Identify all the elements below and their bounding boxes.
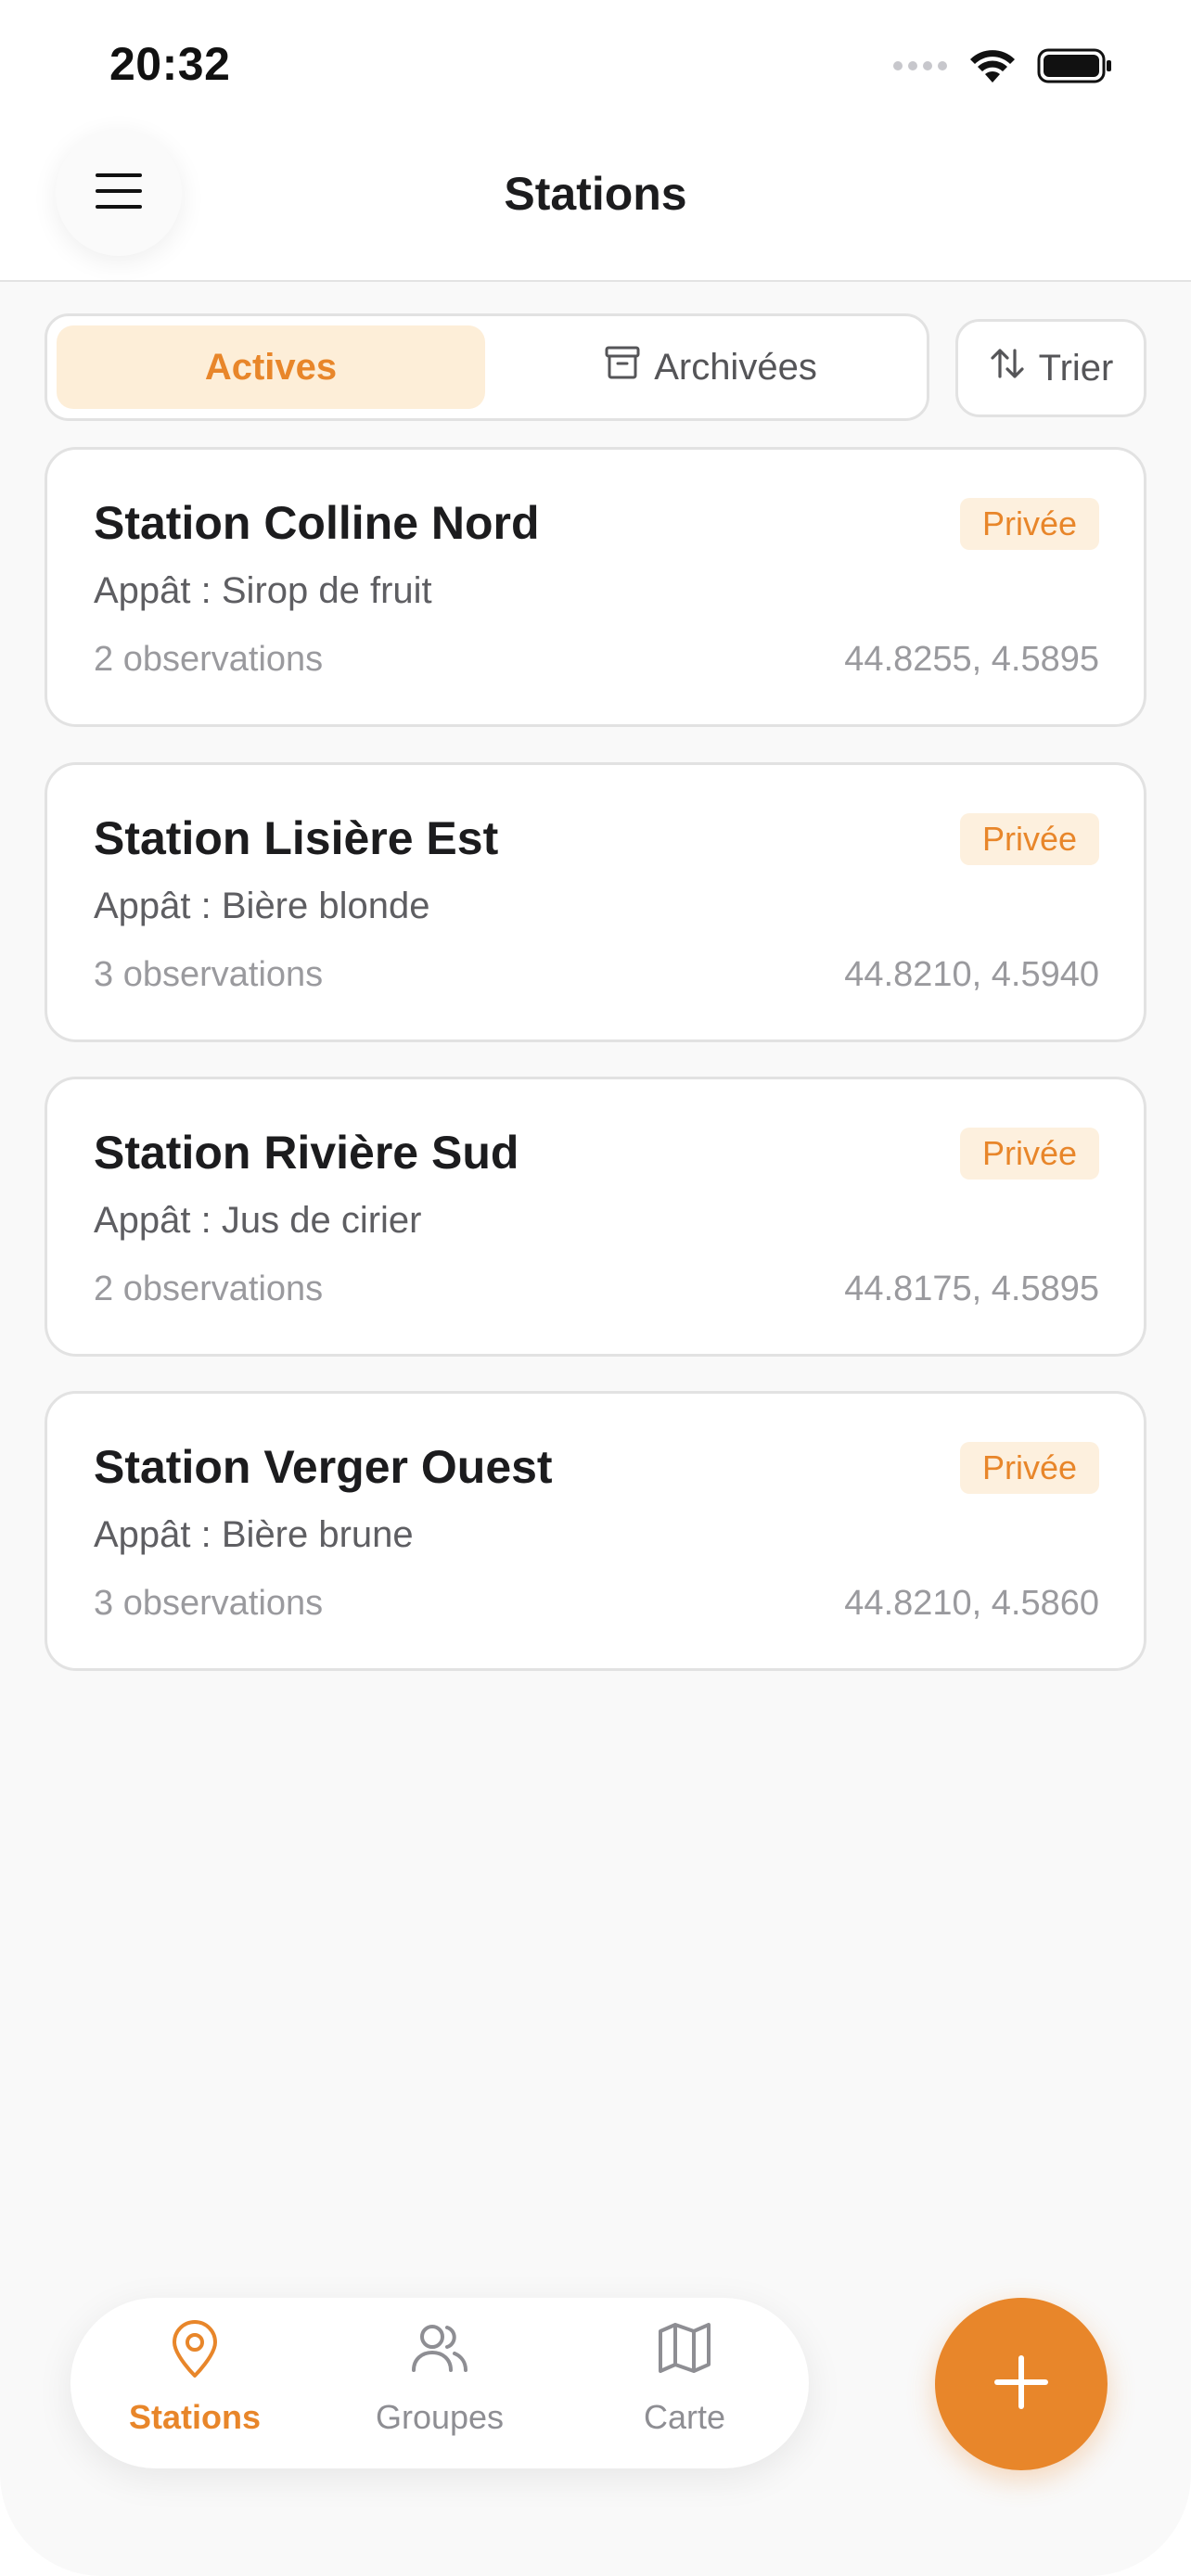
status-icons <box>892 46 1113 89</box>
filter-segmented-control: Actives Archivées <box>45 313 929 421</box>
battery-icon <box>1037 47 1113 89</box>
tab-carte-label: Carte <box>643 2398 726 2436</box>
station-coordinates: 44.8255, 4.5895 <box>844 640 1099 679</box>
plus-icon <box>992 2353 1051 2417</box>
station-coordinates: 44.8210, 4.5940 <box>844 955 1099 994</box>
map-pin-icon <box>169 2320 221 2384</box>
header: Stations <box>0 130 1191 282</box>
tab-archived[interactable]: Archivées <box>496 325 925 409</box>
station-bait: Appât : Bière brune <box>94 1514 414 1555</box>
station-card[interactable]: Station Rivière Sud Privée Appât : Jus d… <box>45 1077 1146 1357</box>
station-name: Station Colline Nord <box>94 497 540 549</box>
station-bait: Appât : Sirop de fruit <box>94 570 432 611</box>
station-name: Station Rivière Sud <box>94 1127 519 1179</box>
users-icon <box>410 2320 469 2380</box>
tab-groupes-label: Groupes <box>375 2398 505 2436</box>
tab-archived-label: Archivées <box>654 346 817 388</box>
status-time: 20:32 <box>109 38 231 90</box>
sort-button[interactable]: Trier <box>955 319 1146 417</box>
add-station-button[interactable] <box>935 2298 1108 2470</box>
station-observations: 2 observations <box>94 640 324 679</box>
tab-actives-label: Actives <box>204 346 338 388</box>
visibility-badge: Privée <box>959 1442 1099 1494</box>
archive-box-icon <box>604 345 641 389</box>
page-title: Stations <box>504 168 687 220</box>
station-name: Station Lisière Est <box>94 812 499 864</box>
tab-groupes[interactable]: Groupes <box>338 2298 542 2468</box>
visibility-badge: Privée <box>959 1128 1099 1180</box>
station-observations: 3 observations <box>94 955 324 994</box>
wifi-icon <box>968 47 1017 89</box>
bottom-tab-bar: Stations Groupes Carte <box>70 2298 809 2468</box>
tab-stations[interactable]: Stations <box>93 2298 297 2468</box>
tab-carte[interactable]: Carte <box>583 2298 787 2468</box>
tab-stations-label: Stations <box>128 2398 261 2436</box>
map-icon <box>657 2320 712 2380</box>
station-card[interactable]: Station Colline Nord Privée Appât : Siro… <box>45 447 1146 727</box>
app-screen: 20:32 Stations Actives Archivées Trier S… <box>0 0 1191 2576</box>
station-name: Station Verger Ouest <box>94 1441 553 1493</box>
signal-dots-icon <box>892 59 948 77</box>
status-bar: 20:32 <box>0 0 1191 130</box>
station-card[interactable]: Station Verger Ouest Privée Appât : Bièr… <box>45 1391 1146 1671</box>
station-observations: 2 observations <box>94 1269 324 1308</box>
sort-label: Trier <box>1038 347 1114 389</box>
station-observations: 3 observations <box>94 1584 324 1623</box>
tab-actives[interactable]: Actives <box>57 325 485 409</box>
visibility-badge: Privée <box>959 813 1099 865</box>
sort-arrows-icon <box>989 345 1026 391</box>
station-coordinates: 44.8210, 4.5860 <box>844 1584 1099 1623</box>
station-bait: Appât : Bière blonde <box>94 886 430 926</box>
station-card[interactable]: Station Lisière Est Privée Appât : Bière… <box>45 762 1146 1042</box>
visibility-badge: Privée <box>959 498 1099 550</box>
station-bait: Appât : Jus de cirier <box>94 1200 422 1241</box>
station-coordinates: 44.8175, 4.5895 <box>844 1269 1099 1308</box>
